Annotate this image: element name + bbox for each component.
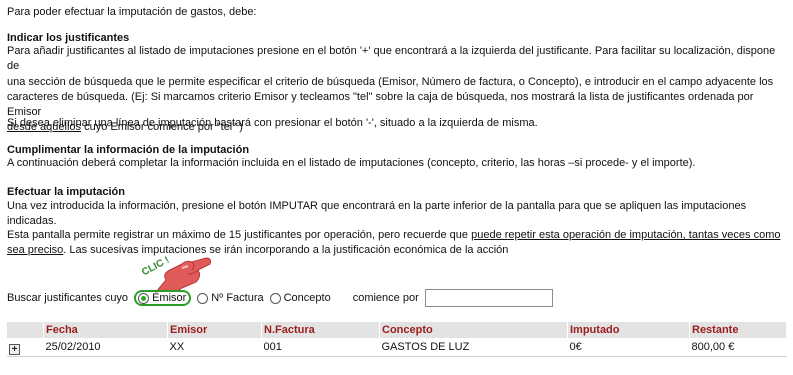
radio-factura[interactable]: Nº Factura — [197, 292, 264, 304]
indicar-line-1: Para añadir justificantes al listado de … — [7, 45, 776, 73]
cell-factura: 001 — [261, 338, 380, 357]
add-cell: + — [7, 338, 44, 357]
table-row: + 25/02/2010 XX 001 GASTOS DE LUZ 0€ 800… — [7, 338, 787, 357]
eliminar-text: Si desea eliminar una línea de imputació… — [7, 117, 538, 129]
pantalla-line2-underlined: sea preciso — [7, 244, 64, 257]
radio-factura-label: Nº Factura — [211, 292, 264, 304]
col-header-concepto: Concepto — [379, 322, 568, 338]
radio-concepto[interactable]: Concepto — [269, 292, 331, 304]
radio-emisor[interactable]: Emisor — [134, 290, 192, 306]
radio-concepto-icon[interactable] — [269, 292, 281, 304]
search-row: Buscar justificantes cuyo Emisor Nº Fact… — [7, 287, 553, 309]
efectuar-text: Una vez introducida la información, pres… — [7, 200, 747, 228]
imputaciones-table: Fecha Emisor N.Factura Concepto Imputado… — [7, 322, 787, 357]
radio-concepto-label: Concepto — [283, 292, 331, 304]
col-header-factura: N.Factura — [261, 322, 380, 338]
cell-fecha: 25/02/2010 — [43, 338, 168, 357]
table-header-row: Fecha Emisor N.Factura Concepto Imputado… — [7, 322, 787, 338]
search-label: Buscar justificantes cuyo — [7, 292, 129, 304]
pantalla-line2-rest: . Las sucesivas imputaciones se irán inc… — [63, 244, 509, 257]
cell-imputado: 0€ — [567, 338, 690, 357]
col-header-restante: Restante — [689, 322, 787, 338]
col-header-fecha: Fecha — [43, 322, 168, 338]
col-header-add — [7, 322, 44, 338]
pantalla-line-1: Esta pantalla permite registrar un máxim… — [7, 228, 787, 243]
radio-emisor-icon[interactable] — [138, 292, 150, 304]
col-header-emisor: Emisor — [167, 322, 262, 338]
search-input[interactable] — [424, 289, 553, 307]
add-justificante-button[interactable]: + — [9, 344, 20, 355]
indicar-line-2: una sección de búsqueda que le permite e… — [7, 75, 774, 88]
heading-efectuar: Efectuar la imputación — [7, 186, 125, 198]
col-header-imputado: Imputado — [567, 322, 690, 338]
pantalla-line1-start: Esta pantalla permite registrar un máxim… — [7, 229, 472, 241]
radio-factura-icon[interactable] — [197, 292, 209, 304]
cell-emisor: XX — [167, 338, 262, 357]
radio-emisor-label: Emisor — [152, 292, 187, 304]
cumplimentar-text: A continuación deberá completar la infor… — [7, 157, 696, 169]
pantalla-line-2: sea preciso. Las sucesivas imputaciones … — [7, 243, 787, 258]
pantalla-line1-underlined: puede repetir esta operación de imputaci… — [471, 229, 781, 241]
comience-label: comience por — [352, 292, 419, 304]
cell-concepto: GASTOS DE LUZ — [379, 338, 568, 357]
cell-restante: 800,00 € — [689, 338, 787, 357]
intro-text: Para poder efectuar la imputación de gas… — [7, 6, 257, 18]
pantalla-text: Esta pantalla permite registrar un máxim… — [7, 228, 787, 259]
